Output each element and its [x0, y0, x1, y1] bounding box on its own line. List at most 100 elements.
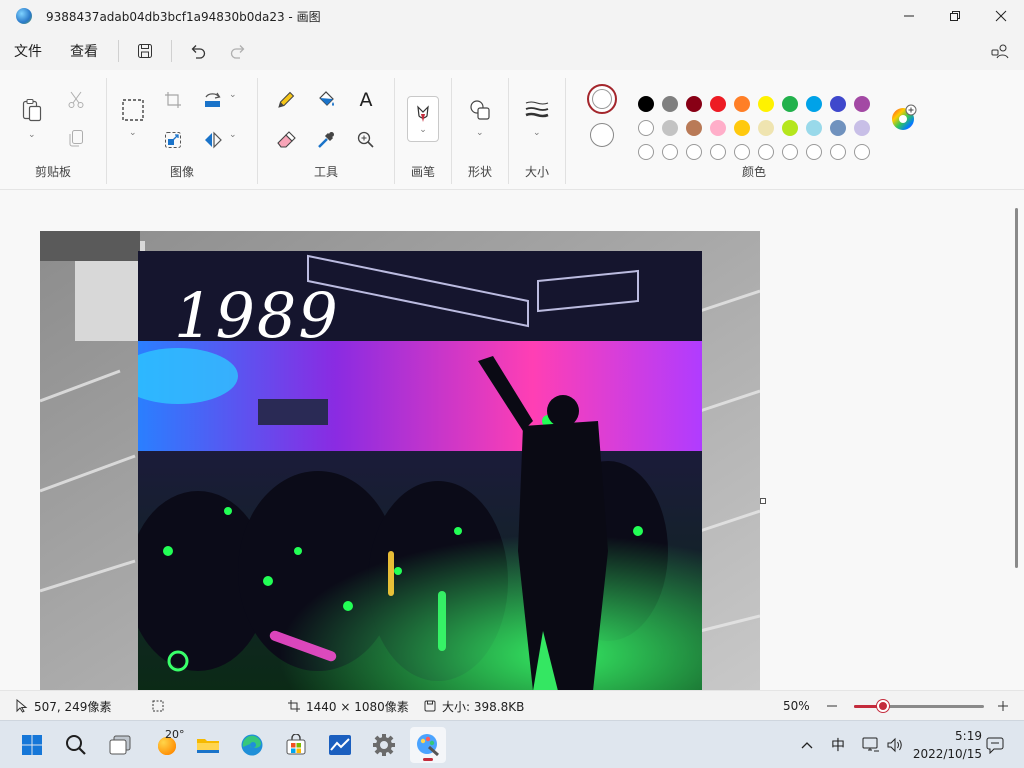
palette-swatch[interactable] — [806, 96, 822, 112]
minus-icon — [827, 705, 837, 707]
zoom-slider[interactable] — [854, 700, 984, 712]
palette-swatch[interactable] — [734, 120, 750, 136]
share-button[interactable] — [986, 38, 1014, 64]
ime-indicator[interactable]: 中 — [831, 721, 845, 768]
flip-chevron-icon[interactable]: ⌄ — [229, 130, 237, 140]
palette-swatch[interactable] — [662, 96, 678, 112]
paint-icon — [417, 734, 439, 757]
chevron-up-icon — [801, 742, 813, 749]
size-chevron-icon[interactable]: ⌄ — [533, 128, 541, 138]
palette-swatch[interactable] — [710, 96, 726, 112]
network-button[interactable] — [862, 721, 880, 768]
file-explorer-button[interactable] — [190, 727, 226, 763]
size-button[interactable] — [523, 96, 551, 124]
edge-button[interactable] — [234, 727, 270, 763]
color-picker-tool[interactable] — [312, 126, 340, 154]
copy-button[interactable] — [62, 124, 90, 152]
custom-color-swatch[interactable] — [734, 144, 750, 160]
brush-icon — [417, 104, 429, 122]
custom-color-swatch[interactable] — [854, 144, 870, 160]
palette-swatch[interactable] — [782, 120, 798, 136]
palette-swatch[interactable] — [686, 96, 702, 112]
palette-swatch[interactable] — [806, 120, 822, 136]
menu-view[interactable]: 查看 — [56, 32, 112, 70]
eraser-tool[interactable] — [272, 126, 300, 154]
palette-swatch[interactable] — [734, 96, 750, 112]
cut-button[interactable] — [62, 86, 90, 114]
shapes-chevron-icon[interactable]: ⌄ — [476, 128, 484, 138]
shapes-button[interactable] — [466, 96, 494, 124]
task-view-button[interactable] — [102, 727, 138, 763]
palette-swatch[interactable] — [854, 96, 870, 112]
custom-color-swatch[interactable] — [662, 144, 678, 160]
paste-button[interactable] — [18, 96, 46, 124]
settings-button[interactable] — [366, 727, 402, 763]
crop-button[interactable] — [159, 86, 187, 114]
palette-swatch[interactable] — [686, 120, 702, 136]
palette-swatch[interactable] — [758, 120, 774, 136]
group-label-brushes: 画笔 — [410, 165, 435, 179]
flip-button[interactable] — [199, 126, 227, 154]
menu-file[interactable]: 文件 — [0, 32, 56, 70]
custom-color-swatch[interactable] — [806, 144, 822, 160]
zoom-out-button[interactable] — [826, 691, 838, 721]
start-button[interactable] — [14, 727, 50, 763]
color2-selector[interactable] — [590, 123, 614, 147]
undo-button[interactable] — [178, 32, 218, 70]
notifications-button[interactable] — [986, 721, 1006, 768]
custom-color-swatch[interactable] — [710, 144, 726, 160]
palette-swatch[interactable] — [638, 96, 654, 112]
redo-button[interactable] — [218, 32, 258, 70]
custom-color-swatch[interactable] — [638, 144, 654, 160]
zoom-slider-thumb[interactable] — [876, 700, 889, 712]
resize-button[interactable] — [159, 126, 187, 154]
zoom-in-button[interactable] — [997, 691, 1009, 721]
copy-icon — [69, 130, 83, 147]
group-image: ⌄ ⌄ ⌄ 图像 — [107, 70, 257, 190]
close-button[interactable] — [978, 0, 1024, 32]
rotate-button[interactable] — [199, 86, 227, 114]
canvas-image[interactable]: 1989 — [40, 231, 760, 690]
undo-icon — [191, 45, 206, 59]
canvas-area[interactable]: 1989 — [0, 190, 1024, 690]
group-colors: 颜色 — [566, 70, 942, 190]
canvas-resize-handle[interactable] — [760, 498, 766, 504]
store-button[interactable] — [278, 727, 314, 763]
color1-selector[interactable] — [587, 84, 617, 114]
edit-colors-button[interactable] — [890, 104, 918, 132]
clock-date: 2022/10/15 — [912, 747, 982, 761]
rotate-chevron-icon[interactable]: ⌄ — [229, 90, 237, 100]
pencil-tool[interactable] — [272, 86, 300, 114]
custom-color-swatch[interactable] — [782, 144, 798, 160]
brushes-button[interactable]: ⌄ — [407, 96, 439, 142]
maximize-button[interactable] — [932, 0, 978, 32]
custom-color-swatch[interactable] — [830, 144, 846, 160]
fill-tool[interactable] — [312, 86, 340, 114]
weather-widget[interactable]: 20° — [146, 727, 190, 763]
palette-swatch[interactable] — [710, 120, 726, 136]
vertical-scrollbar[interactable] — [1015, 208, 1018, 568]
paste-chevron-icon[interactable]: ⌄ — [28, 130, 36, 140]
palette-swatch[interactable] — [758, 96, 774, 112]
palette-swatch[interactable] — [782, 96, 798, 112]
magnifier-tool[interactable] — [352, 126, 380, 154]
save-button[interactable] — [125, 32, 165, 70]
tray-overflow-button[interactable] — [800, 721, 814, 768]
minimize-button[interactable] — [886, 0, 932, 32]
palette-swatch[interactable] — [830, 96, 846, 112]
palette-swatch[interactable] — [830, 120, 846, 136]
palette-swatch[interactable] — [638, 120, 654, 136]
stock-app-button[interactable] — [322, 727, 358, 763]
volume-button[interactable] — [886, 721, 904, 768]
system-clock[interactable]: 5:19 2022/10/15 — [913, 727, 982, 763]
paint-taskbar-button[interactable] — [410, 727, 446, 763]
palette-swatch[interactable] — [854, 120, 870, 136]
select-chevron-icon[interactable]: ⌄ — [129, 128, 137, 138]
select-button[interactable] — [119, 96, 147, 124]
search-button[interactable] — [58, 727, 94, 763]
text-tool[interactable]: A — [352, 86, 380, 114]
custom-color-swatch[interactable] — [686, 144, 702, 160]
palette-swatch[interactable] — [662, 120, 678, 136]
store-icon — [286, 734, 306, 755]
custom-color-swatch[interactable] — [758, 144, 774, 160]
